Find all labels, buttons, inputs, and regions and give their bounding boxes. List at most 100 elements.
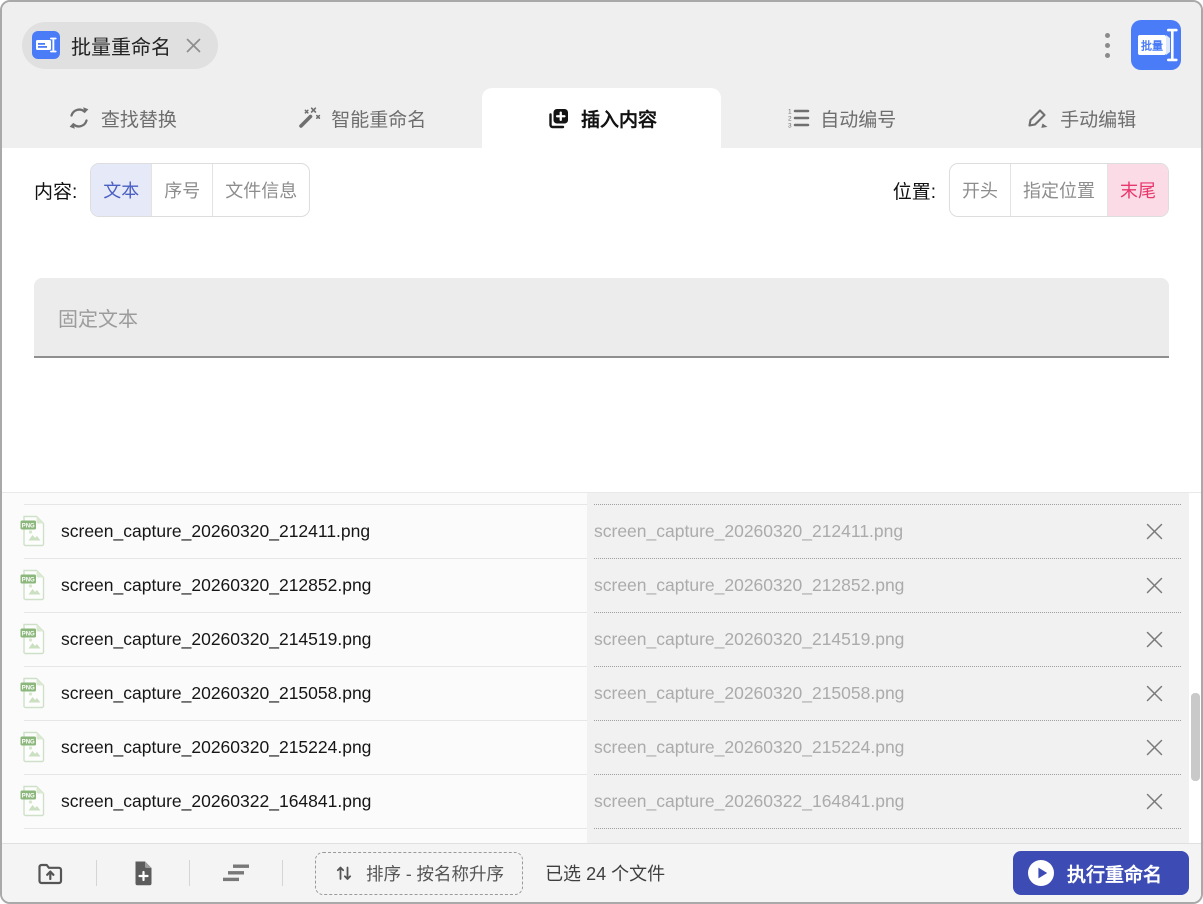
- sort-button[interactable]: 排序 - 按名称升序: [315, 851, 524, 895]
- tab-bar: 查找替换 智能重命名 插入内容 1 2 3 自动编号 手动编辑: [2, 88, 1201, 148]
- original-name-cell: PNG screen_capture_20260320_215224.png: [2, 720, 587, 774]
- tab-manual-edit[interactable]: 手动编辑: [961, 88, 1201, 148]
- file-plus-icon: [135, 861, 152, 885]
- swap-arrows-icon: [67, 106, 91, 130]
- file-name: screen_capture_20260320_212852.png: [61, 574, 372, 595]
- file-rows: PNG screen_capture_20260320_212411.png s…: [2, 493, 1201, 829]
- svg-text:1: 1: [788, 108, 792, 115]
- file-preview-name: screen_capture_20260320_212411.png: [594, 520, 904, 541]
- remove-file-icon[interactable]: [1144, 737, 1165, 758]
- position-option-end[interactable]: 末尾: [1107, 164, 1168, 216]
- original-name-cell: PNG screen_capture_20260320_212852.png: [2, 558, 587, 612]
- fixed-text-placeholder: 固定文本: [58, 308, 138, 331]
- file-preview-name: screen_capture_20260320_214519.png: [594, 628, 905, 649]
- preview-name-cell: screen_capture_20260320_212852.png: [587, 558, 1189, 612]
- content-type-group: 文本 序号 文件信息: [90, 163, 311, 217]
- app-icon-label: 批量: [1141, 39, 1163, 53]
- png-file-icon: PNG: [20, 623, 47, 655]
- fixed-text-input[interactable]: 固定文本: [34, 278, 1169, 358]
- insert-content-panel: 内容: 文本 序号 文件信息 位置: 开头 指定位置 末尾 固定文本: [2, 148, 1201, 492]
- file-name: screen_capture_20260320_215224.png: [61, 736, 372, 757]
- file-name: screen_capture_20260320_212411.png: [61, 520, 371, 541]
- remove-file-icon[interactable]: [1144, 683, 1165, 704]
- more-menu-icon[interactable]: [1099, 25, 1116, 66]
- svg-text:PNG: PNG: [22, 523, 35, 529]
- execute-rename-label: 执行重命名: [1066, 864, 1162, 886]
- remove-file-icon[interactable]: [1144, 521, 1165, 542]
- app-launcher-icon[interactable]: 批量: [1131, 20, 1181, 70]
- position-option-start[interactable]: 开头: [950, 164, 1010, 216]
- file-row[interactable]: PNG screen_capture_20260320_215224.png s…: [2, 720, 1201, 774]
- add-file-button[interactable]: [123, 853, 163, 893]
- svg-text:2: 2: [788, 115, 792, 122]
- pencil-edit-icon: [1026, 106, 1050, 130]
- remove-file-icon[interactable]: [1144, 791, 1165, 812]
- tab-label: 插入内容: [580, 109, 657, 131]
- file-preview-name: screen_capture_20260322_164841.png: [594, 790, 905, 811]
- batch-rename-window: 批量重命名 批量 查找替换 智能重命名 插入内容 1 2 3 自动编号 手动编辑…: [0, 0, 1203, 904]
- clear-list-button[interactable]: [216, 853, 256, 893]
- preview-name-cell: screen_capture_20260320_215224.png: [587, 720, 1189, 774]
- tab-auto-number[interactable]: 1 2 3 自动编号: [721, 88, 961, 148]
- tab-smart-rename[interactable]: 智能重命名: [242, 88, 482, 148]
- file-preview-name: screen_capture_20260320_212852.png: [594, 574, 905, 595]
- magic-wand-icon: [297, 106, 321, 130]
- content-option-text[interactable]: 文本: [91, 164, 152, 216]
- svg-text:PNG: PNG: [22, 793, 35, 799]
- remove-file-icon[interactable]: [1144, 575, 1165, 596]
- preview-name-cell: screen_capture_20260320_214519.png: [587, 612, 1189, 666]
- tab-insert-content[interactable]: 插入内容: [481, 88, 722, 148]
- scrollbar-thumb[interactable]: [1191, 693, 1200, 781]
- batch-rename-app-icon: [32, 31, 60, 59]
- png-file-icon: PNG: [20, 515, 47, 547]
- position-label: 位置:: [892, 181, 936, 203]
- png-file-icon: PNG: [20, 569, 47, 601]
- preview-name-cell: screen_capture_20260320_212411.png: [587, 504, 1189, 558]
- original-name-cell: PNG screen_capture_20260322_164841.png: [2, 774, 587, 829]
- options-row: 内容: 文本 序号 文件信息 位置: 开头 指定位置 末尾: [34, 162, 1169, 218]
- tab-label: 智能重命名: [331, 109, 427, 131]
- import-folder-button[interactable]: [30, 853, 70, 893]
- tab-label: 自动编号: [820, 109, 897, 131]
- tab-label: 手动编辑: [1060, 109, 1137, 131]
- file-row[interactable]: PNG screen_capture_20260320_215058.png s…: [2, 666, 1201, 720]
- tab-label: 查找替换: [100, 109, 177, 131]
- file-preview-name: screen_capture_20260320_215224.png: [594, 736, 905, 757]
- file-row[interactable]: PNG screen_capture_20260320_214519.png s…: [2, 612, 1201, 666]
- svg-text:PNG: PNG: [22, 739, 35, 745]
- document-tab[interactable]: 批量重命名: [22, 21, 218, 69]
- original-name-cell: PNG screen_capture_20260320_215058.png: [2, 666, 587, 720]
- png-file-icon: PNG: [20, 785, 47, 817]
- insert-square-plus-icon: [546, 106, 571, 131]
- sort-arrows-icon: [336, 866, 352, 880]
- preview-name-cell: screen_capture_20260322_164841.png: [587, 774, 1189, 829]
- svg-text:PNG: PNG: [22, 685, 35, 691]
- content-option-fileinfo[interactable]: 文件信息: [212, 164, 309, 216]
- file-row[interactable]: PNG screen_capture_20260320_212852.png s…: [2, 558, 1201, 612]
- selected-count-text: 已选 24 个文件: [545, 864, 666, 884]
- tab-find-replace[interactable]: 查找替换: [2, 88, 242, 148]
- header-bar: 批量重命名 批量: [2, 2, 1201, 88]
- play-icon: [1027, 860, 1054, 886]
- staggered-lines-icon: [222, 864, 249, 882]
- sort-button-label: 排序 - 按名称升序: [366, 863, 505, 884]
- content-label: 内容:: [34, 181, 78, 203]
- close-icon[interactable]: [184, 36, 203, 55]
- file-name: screen_capture_20260322_164841.png: [61, 790, 372, 811]
- original-name-cell: PNG screen_capture_20260320_212411.png: [2, 504, 587, 558]
- toolbar-divider: [96, 860, 97, 886]
- header-right-cluster: 批量: [1099, 20, 1181, 70]
- scrollbar[interactable]: [1189, 493, 1201, 843]
- file-row[interactable]: PNG screen_capture_20260322_164841.png s…: [2, 774, 1201, 829]
- numbered-list-icon: 1 2 3: [786, 106, 810, 130]
- remove-file-icon[interactable]: [1144, 629, 1165, 650]
- file-name: screen_capture_20260320_214519.png: [61, 628, 372, 649]
- file-list: PNG screen_capture_20260320_212411.png s…: [2, 492, 1201, 843]
- execute-rename-button[interactable]: 执行重命名: [1012, 851, 1189, 895]
- position-option-specified[interactable]: 指定位置: [1010, 164, 1107, 216]
- file-name: screen_capture_20260320_215058.png: [61, 682, 372, 703]
- position-group: 开头 指定位置 末尾: [949, 163, 1169, 217]
- toolbar-divider: [189, 860, 190, 886]
- file-row[interactable]: PNG screen_capture_20260320_212411.png s…: [2, 504, 1201, 558]
- content-option-number[interactable]: 序号: [151, 164, 212, 216]
